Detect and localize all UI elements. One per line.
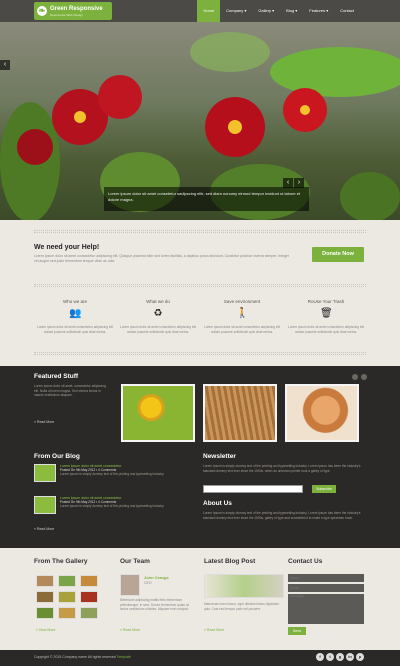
featured-thumb-wheat[interactable] [203, 384, 277, 442]
blog-read-more-link[interactable]: » Read More [34, 527, 54, 531]
gallery-thumb[interactable] [58, 575, 76, 587]
gallery-thumb[interactable] [80, 591, 98, 603]
blog-item-text: Lorem ipsum is simply dummy text of the … [60, 504, 165, 508]
blog-item-text: Lorem ipsum is simply dummy text of the … [60, 472, 165, 476]
send-button[interactable]: Send [288, 627, 306, 635]
contact-title: Contact Us [288, 558, 323, 565]
team-read-more-link[interactable]: » Read More [120, 628, 140, 632]
blog-title: From Our Blog [34, 453, 80, 460]
latest-post-text: Maecenas lorem lacus, eget ultricies lec… [204, 602, 279, 611]
feature-what-we-do: What we do ♻ Lorem ipsum dolor sit amet … [117, 299, 199, 334]
contact-message-field[interactable] [288, 594, 364, 624]
slider-next-button[interactable]: › [294, 178, 304, 188]
donate-button[interactable]: Donate Now [312, 247, 364, 262]
feature-text: Lorem ipsum dolor sit amet consectetur a… [120, 325, 196, 334]
gallery-thumb[interactable] [36, 607, 54, 619]
logo-subtitle: Responsive Web Design [50, 12, 83, 17]
latest-post-title: Latest Blog Post [204, 558, 256, 565]
team-avatar [120, 574, 140, 596]
person-icon: 🚶 [236, 308, 249, 319]
feature-title: What we do [146, 299, 170, 304]
newsletter-email-input[interactable] [203, 485, 303, 493]
help-title: We need your Help! [34, 244, 100, 251]
contact-name-field[interactable] [288, 574, 364, 582]
featured-thumb-cat[interactable] [285, 384, 359, 442]
contact-email-field[interactable] [288, 584, 364, 592]
logo-text-block: Green Responsive Responsive Web Design [50, 6, 103, 17]
carousel-dots [352, 374, 367, 380]
slider-prev-arrow[interactable]: ‹ [0, 60, 10, 70]
facebook-icon[interactable]: f [316, 653, 324, 661]
nav-contact[interactable]: Contact [334, 0, 360, 22]
feature-reuse-trash: RoUse Your Trash 🗑 Lorem ipsum dolor sit… [285, 299, 367, 334]
subscribe-button[interactable]: Subscribe [312, 485, 336, 493]
nav-features[interactable]: Features ▾ [303, 0, 334, 22]
team-member-role: CEO [144, 581, 152, 585]
google-icon[interactable]: g [336, 653, 344, 661]
featured-read-more-link[interactable]: » Read More [34, 420, 54, 424]
featured-thumb-sunflower[interactable] [121, 384, 195, 442]
about-text: Lorem Ipsum is simply dummy text of the … [203, 511, 361, 520]
main-nav: Home Company ▾ Gallery ▾ Blog ▾ Features… [197, 0, 360, 22]
gallery-title: From The Gallery [34, 558, 88, 565]
blog-thumb [34, 464, 56, 482]
nav-company[interactable]: Company ▾ [220, 0, 252, 22]
help-text: Lorem ipsum dolor sit amet consectetur a… [34, 254, 290, 263]
gallery-thumb[interactable] [80, 607, 98, 619]
copyright: Copyright © 2015 Company name All rights… [34, 655, 131, 659]
divider [34, 230, 366, 233]
slider-prev-button[interactable]: ‹ [283, 178, 293, 188]
people-icon: 👥 [69, 308, 82, 319]
nav-home[interactable]: Home [197, 0, 221, 22]
contact-form: Send [288, 574, 364, 635]
hero-slider: ‹ Lorem ipsum dolor sit amet consetetur … [0, 22, 400, 220]
linkedin-icon[interactable]: in [346, 653, 354, 661]
team-title: Our Team [120, 558, 150, 565]
team-member-name: John Orange [144, 575, 169, 580]
gallery-thumb[interactable] [80, 575, 98, 587]
gallery-view-more-link[interactable]: » View More [36, 628, 55, 632]
featured-text: Lorem ipsum dolor sit amet, consectetur … [34, 384, 106, 397]
recycle-icon: ♻ [153, 308, 163, 319]
feature-title: Save environment [223, 299, 261, 304]
twitter-icon[interactable]: t [326, 653, 334, 661]
carousel-prev-dot[interactable] [352, 374, 358, 380]
feature-text: Lorem ipsum dolor sit amet consectetur a… [204, 325, 280, 334]
template-link[interactable]: Template [117, 655, 131, 659]
logo[interactable]: ❧ Green Responsive Responsive Web Design [34, 2, 112, 20]
nav-gallery[interactable]: Gallery ▾ [252, 0, 280, 22]
feature-title: RoUse Your Trash [307, 299, 345, 304]
featured-title: Featured Stuff [34, 373, 79, 380]
blog-item[interactable]: Lorem ipsum dolor sit amet consectetur P… [34, 464, 194, 482]
gallery-thumb[interactable] [36, 575, 54, 587]
newsletter-text: Lorem Ipsum is simply dummy text of the … [203, 464, 361, 473]
leaf-icon: ❧ [37, 6, 47, 16]
feature-who-we-are: Who we are 👥 Lorem ipsum dolor sit amet … [34, 299, 116, 334]
blog-item-body: Lorem ipsum dolor sit amet consectetur P… [60, 464, 164, 482]
carousel-next-dot[interactable] [361, 374, 367, 380]
team-text: Bibendum adipiscing mattis felis element… [120, 598, 189, 611]
latest-post-image[interactable] [204, 574, 284, 598]
feature-save-environment: Save environment 🚶 Lorem ipsum dolor sit… [201, 299, 283, 334]
copyright-text: Copyright © 2015 Company name All rights… [34, 655, 116, 659]
gallery-thumb[interactable] [36, 591, 54, 603]
hero-caption: Lorem ipsum dolor sit amet consetetur sa… [104, 187, 309, 211]
about-title: About Us [203, 500, 232, 507]
feature-text: Lorem ipsum dolor sit amet consectetur a… [288, 325, 364, 334]
feature-title: Who we are [62, 299, 87, 304]
pinterest-icon[interactable]: p [356, 653, 364, 661]
trash-icon: 🗑 [320, 308, 333, 319]
divider [34, 284, 366, 287]
latest-read-more-link[interactable]: » Read More [204, 628, 224, 632]
nav-blog[interactable]: Blog ▾ [280, 0, 303, 22]
divider [34, 352, 366, 355]
gallery-thumb[interactable] [58, 607, 76, 619]
feature-text: Lorem ipsum dolor sit amet consectetur a… [37, 325, 113, 334]
blog-item[interactable]: Lorem ipsum dolor sit amet consectetur P… [34, 496, 194, 514]
blog-thumb [34, 496, 56, 514]
logo-title: Green Responsive [50, 5, 103, 12]
newsletter-title: Newsletter [203, 453, 236, 460]
blog-item-body: Lorem ipsum dolor sit amet consectetur P… [60, 496, 164, 514]
gallery-thumb[interactable] [58, 591, 76, 603]
